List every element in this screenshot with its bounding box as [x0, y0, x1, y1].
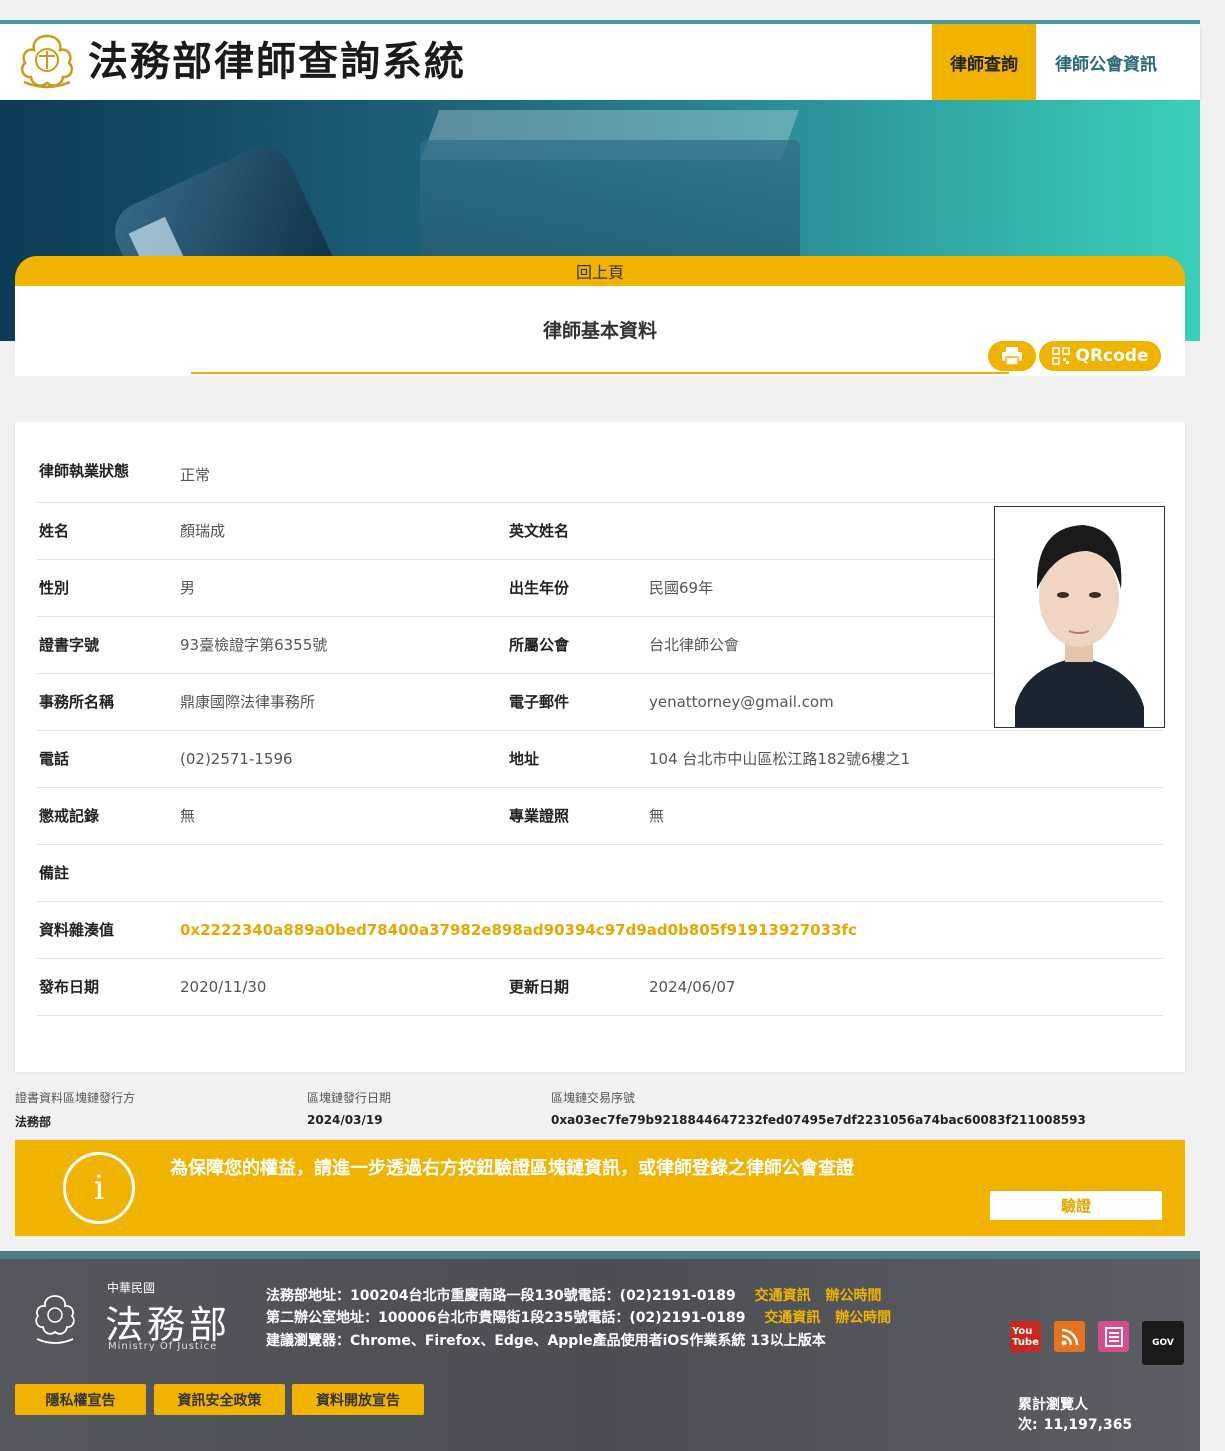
discipline-label: 懲戒記錄 [39, 807, 100, 825]
name-label: 姓名 [39, 522, 70, 540]
address-label: 地址 [509, 750, 540, 768]
publish-date-value: 2020/11/30 [180, 978, 267, 996]
verification-notice: i 為保障您的權益，請進一步透過右方按鈕驗證區塊鏈資訊，或律師登錄之律師公會查證… [15, 1140, 1185, 1236]
chain-issuer-label: 證書資料區塊鏈發行方 [15, 1091, 136, 1105]
email-value[interactable]: yenattorney@gmail.com [649, 692, 834, 712]
footer-address-line-1: 法務部地址：100204台北市重慶南路一段130號電話：(02)2191-018… [266, 1285, 881, 1305]
chain-date-label: 區塊鏈發行日期 [307, 1091, 392, 1105]
verify-button[interactable]: 驗證 [990, 1191, 1162, 1220]
specialty-value: 無 [649, 807, 665, 825]
detail-row: 資料雜湊值 0x2222340a889a0bed78400a37982e898a… [37, 902, 1163, 959]
office-hours-link-2[interactable]: 辦公時間 [835, 1310, 891, 1326]
moj-emblem-icon[interactable] [16, 32, 78, 90]
document-icon[interactable] [1098, 1321, 1129, 1352]
info-icon: i [63, 1152, 135, 1224]
note-label: 備註 [39, 864, 70, 882]
back-button[interactable]: 回上頁 [15, 256, 1185, 286]
site-title: 法務部律師查詢系統 [88, 38, 466, 85]
chain-tx-label: 區塊鏈交易序號 [551, 1091, 636, 1105]
visit-counter: 累計瀏覽人次: 11,197,365 [1018, 1394, 1200, 1434]
footer-emblem-icon [35, 1295, 75, 1344]
site-header: 法務部律師查詢系統 律師查詢 律師公會資訊 [0, 24, 1200, 100]
hash-label: 資料雜湊值 [39, 921, 115, 939]
traffic-info-link-2[interactable]: 交通資訊 [764, 1310, 820, 1326]
firm-value: 鼎康國際法律事務所 [180, 693, 316, 711]
gender-value: 男 [180, 579, 196, 597]
detail-row: 律師執業狀態 正常 [37, 445, 1163, 503]
certificate-label: 證書字號 [39, 636, 100, 654]
youtube-icon[interactable]: You Tube [1010, 1321, 1041, 1352]
lawyer-detail-panel: 律師執業狀態 正常 姓名 顏瑞成 英文姓名 性別 男 出生年份 民國69年 證書… [15, 422, 1185, 1072]
publish-date-label: 發布日期 [39, 978, 100, 996]
detail-row: 備註 [37, 845, 1163, 902]
site-footer: 中華民國 法務部 Ministry Of Justice 法務部地址：10020… [0, 1251, 1200, 1451]
phone-label: 電話 [39, 750, 70, 768]
qrcode-label: QRcode [1075, 346, 1149, 366]
visit-counter-value: 11,197,365 [1043, 1417, 1133, 1433]
email-label: 電子郵件 [509, 693, 570, 711]
notice-text: 為保障您的權益，請進一步透過右方按鈕驗證區塊鏈資訊，或律師登錄之律師公會查證 [170, 1158, 854, 1179]
update-date-label: 更新日期 [509, 978, 570, 996]
detail-row: 發布日期 2020/11/30 更新日期 2024/06/07 [37, 959, 1163, 1016]
name-value: 顏瑞成 [180, 522, 226, 540]
association-value: 台北律師公會 [649, 636, 740, 654]
chain-date-value: 2024/03/19 [307, 1113, 383, 1127]
footer-address-2: 第二辦公室地址：100006台北市貴陽街1段235號電話：(02)2191-01… [266, 1310, 746, 1326]
security-policy-button[interactable]: 資訊安全政策 [154, 1384, 285, 1415]
certificate-value: 93臺檢證字第6355號 [180, 636, 328, 654]
nav-bar-association-info[interactable]: 律師公會資訊 [1036, 24, 1176, 100]
rss-icon[interactable] [1054, 1321, 1085, 1352]
discipline-value: 無 [180, 807, 196, 825]
chain-tx-value: 0xa03ec7fe79b9218844647232fed07495e7df22… [551, 1113, 1086, 1127]
specialty-label: 專業證照 [509, 807, 570, 825]
open-data-button[interactable]: 資料開放宣告 [292, 1384, 424, 1415]
footer-accent-bar [0, 1251, 1200, 1259]
qrcode-button[interactable]: QRcode [1039, 341, 1161, 371]
association-label: 所屬公會 [509, 636, 570, 654]
chain-issuer-value: 法務部 [15, 1115, 52, 1129]
hash-value[interactable]: 0x2222340a889a0bed78400a37982e898ad90394… [180, 920, 857, 940]
lawyer-photo [994, 506, 1165, 728]
card-header: 律師基本資料 QRcode [15, 286, 1185, 376]
qrcode-icon [1051, 347, 1070, 365]
birth-year-value: 民國69年 [649, 579, 714, 597]
portrait-image [995, 507, 1164, 727]
phone-value: (02)2571-1596 [180, 750, 293, 768]
firm-label: 事務所名稱 [39, 693, 115, 711]
detail-row: 懲戒記錄 無 專業證照 無 [37, 788, 1163, 845]
detail-row: 電話 (02)2571-1596 地址 104 台北市中山區松江路182號6樓之… [37, 731, 1163, 788]
birth-year-label: 出生年份 [509, 579, 570, 597]
footer-address-line-2: 第二辦公室地址：100006台北市貴陽街1段235號電話：(02)2191-01… [266, 1307, 891, 1327]
page-title: 律師基本資料 [542, 320, 657, 342]
address-value: 104 台北市中山區松江路182號6樓之1 [649, 750, 911, 768]
traffic-info-link-1[interactable]: 交通資訊 [755, 1288, 811, 1304]
status-value: 正常 [180, 466, 211, 484]
gov-icon[interactable]: GOV [1142, 1321, 1184, 1365]
nav-lawyer-search[interactable]: 律師查詢 [932, 24, 1036, 100]
office-hours-link-1[interactable]: 辦公時間 [825, 1288, 881, 1304]
privacy-policy-button[interactable]: 隱私權宣告 [15, 1384, 146, 1415]
gender-label: 性別 [39, 579, 70, 597]
title-underline [191, 372, 1009, 374]
update-date-value: 2024/06/07 [649, 978, 736, 996]
footer-browser-note: 建議瀏覽器：Chrome、Firefox、Edge、Apple產品使用者iOS作… [266, 1333, 826, 1349]
printer-icon [1002, 347, 1022, 366]
print-button[interactable] [988, 341, 1036, 371]
footer-address-1: 法務部地址：100204台北市重慶南路一段130號電話：(02)2191-018… [266, 1288, 736, 1304]
status-label: 律師執業狀態 [39, 462, 130, 480]
english-name-label: 英文姓名 [509, 522, 570, 540]
footer-org-english: Ministry Of Justice [108, 1341, 218, 1352]
